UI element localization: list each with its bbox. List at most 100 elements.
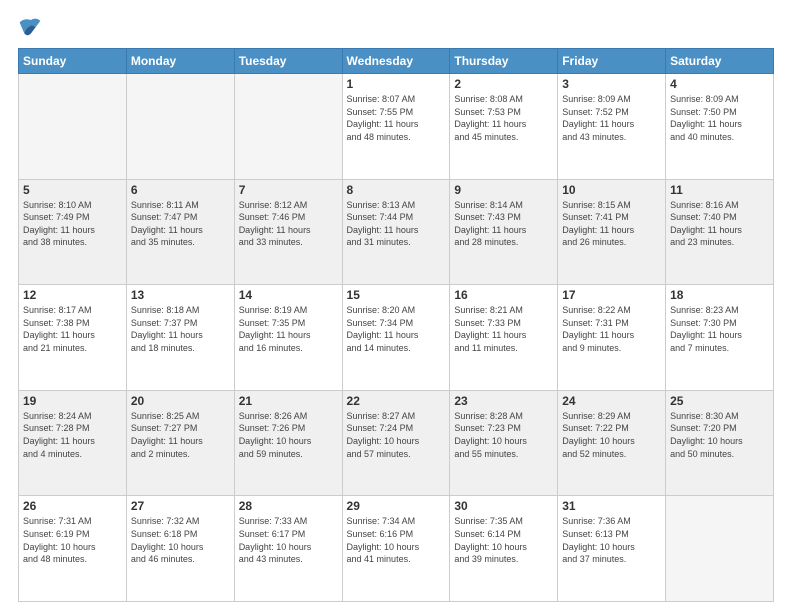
day-info: Sunrise: 8:13 AM Sunset: 7:44 PM Dayligh… <box>347 199 446 249</box>
day-info: Sunrise: 8:11 AM Sunset: 7:47 PM Dayligh… <box>131 199 230 249</box>
calendar-cell: 1 Sunrise: 8:07 AM Sunset: 7:55 PM Daylig… <box>342 74 450 180</box>
day-number: 8 <box>347 183 446 197</box>
day-number: 30 <box>454 499 553 513</box>
col-header-friday: Friday <box>558 49 666 74</box>
calendar-cell: 8 Sunrise: 8:13 AM Sunset: 7:44 PM Daylig… <box>342 179 450 285</box>
day-info: Sunrise: 8:10 AM Sunset: 7:49 PM Dayligh… <box>23 199 122 249</box>
day-number: 9 <box>454 183 553 197</box>
day-info: Sunrise: 7:34 AM Sunset: 6:16 PM Dayligh… <box>347 515 446 565</box>
header <box>18 16 774 40</box>
col-header-saturday: Saturday <box>666 49 774 74</box>
day-info: Sunrise: 8:21 AM Sunset: 7:33 PM Dayligh… <box>454 304 553 354</box>
day-number: 20 <box>131 394 230 408</box>
calendar-cell: 30 Sunrise: 7:35 AM Sunset: 6:14 PM Dayli… <box>450 496 558 602</box>
day-number: 12 <box>23 288 122 302</box>
day-info: Sunrise: 8:16 AM Sunset: 7:40 PM Dayligh… <box>670 199 769 249</box>
calendar-week-2: 5Sunrise: 8:10 AM Sunset: 7:49 PM Daylig… <box>19 179 774 285</box>
day-number: 1 <box>347 77 446 91</box>
calendar-cell: 29 Sunrise: 7:34 AM Sunset: 6:16 PM Dayli… <box>342 496 450 602</box>
day-number: 18 <box>670 288 769 302</box>
day-info: Sunrise: 8:07 AM Sunset: 7:55 PM Dayligh… <box>347 93 446 143</box>
calendar-cell: 31 Sunrise: 7:36 AM Sunset: 6:13 PM Dayli… <box>558 496 666 602</box>
day-number: 27 <box>131 499 230 513</box>
calendar-cell: 27 Sunrise: 7:32 AM Sunset: 6:18 PM Dayli… <box>126 496 234 602</box>
calendar-cell <box>19 74 127 180</box>
calendar-cell: 3 Sunrise: 8:09 AM Sunset: 7:52 PM Daylig… <box>558 74 666 180</box>
calendar-cell: 14Sunrise: 8:19 AM Sunset: 7:35 PM Dayli… <box>234 285 342 391</box>
day-info: Sunrise: 8:12 AM Sunset: 7:46 PM Dayligh… <box>239 199 338 249</box>
day-number: 25 <box>670 394 769 408</box>
calendar-cell: 2Sunrise: 8:08 AM Sunset: 7:53 PM Daylig… <box>450 74 558 180</box>
day-info: Sunrise: 8:19 AM Sunset: 7:35 PM Dayligh… <box>239 304 338 354</box>
day-info: Sunrise: 7:33 AM Sunset: 6:17 PM Dayligh… <box>239 515 338 565</box>
day-info: Sunrise: 7:32 AM Sunset: 6:18 PM Dayligh… <box>131 515 230 565</box>
calendar-header-row: SundayMondayTuesdayWednesdayThursdayFrid… <box>19 49 774 74</box>
day-info: Sunrise: 8:08 AM Sunset: 7:53 PM Dayligh… <box>454 93 553 143</box>
calendar-cell: 18 Sunrise: 8:23 AM Sunset: 7:30 PM Dayli… <box>666 285 774 391</box>
page: SundayMondayTuesdayWednesdayThursdayFrid… <box>0 0 792 612</box>
calendar-cell: 25 Sunrise: 8:30 AM Sunset: 7:20 PM Dayli… <box>666 390 774 496</box>
day-info: Sunrise: 8:15 AM Sunset: 7:41 PM Dayligh… <box>562 199 661 249</box>
day-number: 17 <box>562 288 661 302</box>
day-info: Sunrise: 8:09 AM Sunset: 7:50 PM Dayligh… <box>670 93 769 143</box>
day-info: Sunrise: 8:14 AM Sunset: 7:43 PM Dayligh… <box>454 199 553 249</box>
col-header-tuesday: Tuesday <box>234 49 342 74</box>
calendar-cell: 10Sunrise: 8:15 AM Sunset: 7:41 PM Dayli… <box>558 179 666 285</box>
calendar-table: SundayMondayTuesdayWednesdayThursdayFrid… <box>18 48 774 602</box>
calendar-cell: 17 Sunrise: 8:22 AM Sunset: 7:31 PM Dayli… <box>558 285 666 391</box>
calendar-cell: 9 Sunrise: 8:14 AM Sunset: 7:43 PM Daylig… <box>450 179 558 285</box>
day-number: 4 <box>670 77 769 91</box>
day-number: 29 <box>347 499 446 513</box>
day-info: Sunrise: 8:27 AM Sunset: 7:24 PM Dayligh… <box>347 410 446 460</box>
calendar-cell: 6 Sunrise: 8:11 AM Sunset: 7:47 PM Daylig… <box>126 179 234 285</box>
day-info: Sunrise: 8:09 AM Sunset: 7:52 PM Dayligh… <box>562 93 661 143</box>
calendar-cell <box>234 74 342 180</box>
calendar-cell: 4 Sunrise: 8:09 AM Sunset: 7:50 PM Daylig… <box>666 74 774 180</box>
day-info: Sunrise: 8:24 AM Sunset: 7:28 PM Dayligh… <box>23 410 122 460</box>
calendar-cell: 19 Sunrise: 8:24 AM Sunset: 7:28 PM Dayli… <box>19 390 127 496</box>
calendar-cell <box>666 496 774 602</box>
day-number: 3 <box>562 77 661 91</box>
day-info: Sunrise: 7:35 AM Sunset: 6:14 PM Dayligh… <box>454 515 553 565</box>
day-info: Sunrise: 7:31 AM Sunset: 6:19 PM Dayligh… <box>23 515 122 565</box>
day-number: 7 <box>239 183 338 197</box>
day-number: 16 <box>454 288 553 302</box>
day-info: Sunrise: 7:36 AM Sunset: 6:13 PM Dayligh… <box>562 515 661 565</box>
day-number: 6 <box>131 183 230 197</box>
day-number: 21 <box>239 394 338 408</box>
day-number: 26 <box>23 499 122 513</box>
day-number: 23 <box>454 394 553 408</box>
day-number: 31 <box>562 499 661 513</box>
calendar-cell: 12 Sunrise: 8:17 AM Sunset: 7:38 PM Dayli… <box>19 285 127 391</box>
calendar-week-4: 19 Sunrise: 8:24 AM Sunset: 7:28 PM Dayli… <box>19 390 774 496</box>
day-info: Sunrise: 8:18 AM Sunset: 7:37 PM Dayligh… <box>131 304 230 354</box>
col-header-thursday: Thursday <box>450 49 558 74</box>
col-header-wednesday: Wednesday <box>342 49 450 74</box>
day-info: Sunrise: 8:17 AM Sunset: 7:38 PM Dayligh… <box>23 304 122 354</box>
day-info: Sunrise: 8:25 AM Sunset: 7:27 PM Dayligh… <box>131 410 230 460</box>
day-number: 15 <box>347 288 446 302</box>
day-number: 22 <box>347 394 446 408</box>
calendar-cell: 24 Sunrise: 8:29 AM Sunset: 7:22 PM Dayli… <box>558 390 666 496</box>
calendar-cell: 13 Sunrise: 8:18 AM Sunset: 7:37 PM Dayli… <box>126 285 234 391</box>
col-header-monday: Monday <box>126 49 234 74</box>
day-info: Sunrise: 8:29 AM Sunset: 7:22 PM Dayligh… <box>562 410 661 460</box>
day-info: Sunrise: 8:30 AM Sunset: 7:20 PM Dayligh… <box>670 410 769 460</box>
day-number: 19 <box>23 394 122 408</box>
calendar-week-1: 1 Sunrise: 8:07 AM Sunset: 7:55 PM Daylig… <box>19 74 774 180</box>
day-info: Sunrise: 8:28 AM Sunset: 7:23 PM Dayligh… <box>454 410 553 460</box>
calendar-cell: 23 Sunrise: 8:28 AM Sunset: 7:23 PM Dayli… <box>450 390 558 496</box>
day-number: 28 <box>239 499 338 513</box>
day-number: 13 <box>131 288 230 302</box>
day-info: Sunrise: 8:23 AM Sunset: 7:30 PM Dayligh… <box>670 304 769 354</box>
calendar-cell: 11Sunrise: 8:16 AM Sunset: 7:40 PM Dayli… <box>666 179 774 285</box>
calendar-cell: 16 Sunrise: 8:21 AM Sunset: 7:33 PM Dayli… <box>450 285 558 391</box>
calendar-cell: 15Sunrise: 8:20 AM Sunset: 7:34 PM Dayli… <box>342 285 450 391</box>
calendar-week-5: 26 Sunrise: 7:31 AM Sunset: 6:19 PM Dayli… <box>19 496 774 602</box>
day-info: Sunrise: 8:22 AM Sunset: 7:31 PM Dayligh… <box>562 304 661 354</box>
col-header-sunday: Sunday <box>19 49 127 74</box>
logo-icon <box>18 16 42 40</box>
calendar-cell: 22 Sunrise: 8:27 AM Sunset: 7:24 PM Dayli… <box>342 390 450 496</box>
calendar-cell: 26 Sunrise: 7:31 AM Sunset: 6:19 PM Dayli… <box>19 496 127 602</box>
day-number: 24 <box>562 394 661 408</box>
